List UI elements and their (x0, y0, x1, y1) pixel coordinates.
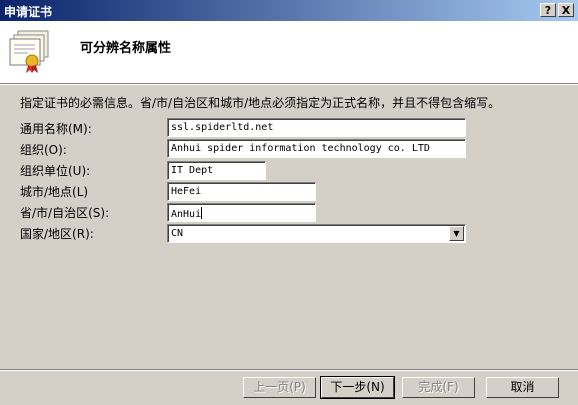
header-divider (0, 84, 578, 85)
country-label: 国家/地区(R): (20, 227, 94, 241)
organization-label: 组织(O): (20, 143, 67, 157)
help-button[interactable]: ? (540, 3, 556, 17)
state-field[interactable]: AnHui (167, 203, 316, 222)
organizational-unit-field[interactable]: IT Dept (167, 161, 266, 180)
text-cursor (201, 207, 203, 219)
window-title: 申请证书 (4, 5, 53, 19)
state-label: 省/市/自治区(S): (20, 206, 110, 220)
city-field[interactable]: HeFei (167, 182, 316, 201)
cancel-button[interactable]: 取消 (486, 377, 559, 398)
title-bar: 申请证书 ? X (0, 0, 578, 21)
city-label: 城市/地点(L) (20, 185, 89, 199)
country-select[interactable]: CN ▼ (167, 224, 466, 243)
next-button[interactable]: 下一步(N) (320, 376, 395, 399)
finish-button[interactable]: 完成(F) (402, 377, 475, 398)
instruction-text: 指定证书的必需信息。省/市/自治区和城市/地点必须指定为正式名称，并且不得包含缩… (20, 96, 501, 110)
certificate-icon (9, 30, 49, 73)
organizational-unit-label: 组织单位(U): (20, 164, 91, 178)
close-button[interactable]: X (558, 3, 574, 17)
previous-button[interactable]: 上一页(P) (243, 377, 316, 398)
common-name-field[interactable]: ssl.spiderltd.net (167, 118, 466, 137)
wizard-header: 可分辨名称属性 (0, 21, 578, 84)
common-name-label: 通用名称(M): (20, 122, 92, 136)
state-value: AnHui (171, 209, 202, 220)
page-title: 可分辨名称属性 (80, 41, 172, 56)
country-value: CN (171, 228, 184, 239)
footer-divider-highlight (0, 370, 578, 371)
organization-field[interactable]: Anhui spider information technology co. … (167, 139, 466, 158)
chevron-down-icon[interactable]: ▼ (449, 226, 464, 241)
